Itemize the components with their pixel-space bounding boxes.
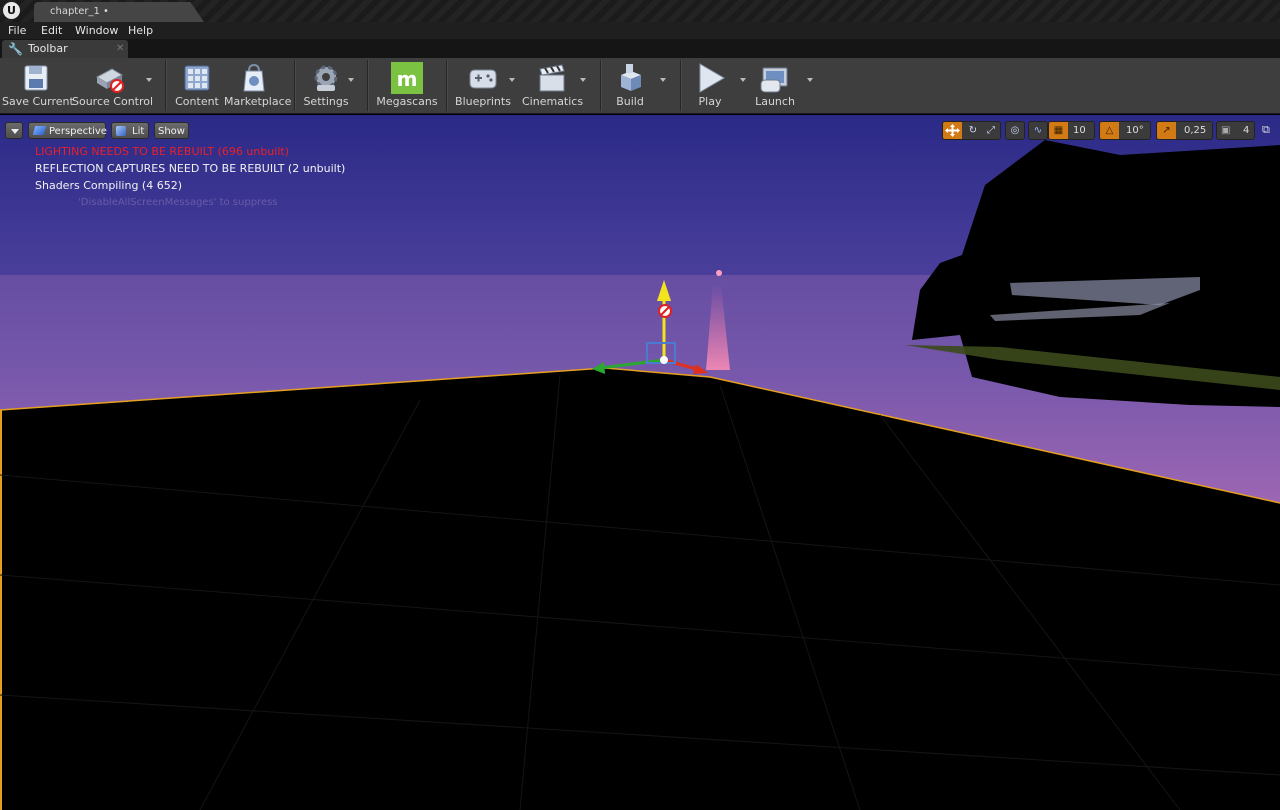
blueprints-button[interactable]: Blueprints: [454, 58, 512, 113]
transform-mode-group: ↻ ⤢: [942, 121, 1001, 140]
play-button[interactable]: Play: [688, 58, 732, 113]
play-label: Play: [698, 95, 722, 108]
scale-mode-icon[interactable]: ⤢: [983, 122, 999, 139]
blueprints-gamepad-icon: [469, 69, 497, 89]
viewport-options-chevron-icon: [11, 129, 19, 134]
settings-gear-icon: [314, 65, 338, 91]
toolbar-separator: [294, 60, 296, 111]
toolbar-tab-row: 🔧 Toolbar ✕: [0, 39, 1280, 58]
toolbar-separator: [680, 60, 682, 111]
content-button[interactable]: Content: [172, 58, 222, 113]
save-icon: [24, 65, 48, 91]
megascans-label: Megascans: [376, 95, 438, 108]
grid-snap-group: ▦ 10: [1048, 121, 1095, 140]
cinematics-button[interactable]: Cinematics: [522, 58, 584, 113]
maximize-viewport-icon[interactable]: ⧉: [1262, 124, 1274, 136]
perspective-label: Perspective: [49, 126, 107, 137]
camera-speed-icon: ▣: [1221, 125, 1231, 136]
scale-snap-group: ↗ 0,25: [1156, 121, 1213, 140]
toolbar-separator: [600, 60, 602, 111]
view-mode-lit-button[interactable]: Lit: [111, 122, 149, 139]
show-label: Show: [158, 126, 185, 137]
grid-snap-value[interactable]: 10: [1073, 122, 1086, 139]
rotation-snap-group: △ 10°: [1099, 121, 1151, 140]
build-button[interactable]: Build: [608, 58, 652, 113]
megascans-icon: m: [391, 62, 423, 94]
menu-edit[interactable]: Edit: [41, 24, 62, 37]
blueprints-dropdown-icon[interactable]: [509, 78, 515, 82]
rotation-snap-icon[interactable]: △: [1100, 122, 1119, 139]
source-control-button[interactable]: Source Control: [72, 58, 154, 113]
level-tab[interactable]: chapter_1 •: [34, 2, 204, 22]
launch-dropdown-icon[interactable]: [807, 78, 813, 82]
build-label: Build: [616, 95, 644, 108]
scale-snap-icon[interactable]: ↗: [1157, 122, 1176, 139]
launch-icon: [760, 67, 788, 93]
megascans-button[interactable]: m Megascans: [376, 58, 438, 113]
save-current-label: Save Current: [2, 95, 74, 108]
marketplace-icon: [243, 63, 265, 92]
menu-window[interactable]: Window: [75, 24, 118, 37]
suppress-hint-message: 'DisableAllScreenMessages' to suppress: [78, 197, 278, 208]
reflection-rebuild-message: REFLECTION CAPTURES NEED TO BE REBUILT (…: [35, 162, 346, 175]
svg-text:m: m: [397, 67, 418, 91]
camera-speed-value: 4: [1243, 125, 1250, 136]
toolbar-separator: [446, 60, 448, 111]
scale-snap-value[interactable]: 0,25: [1184, 122, 1206, 139]
camera-speed-group[interactable]: ▣ 4: [1216, 121, 1255, 140]
menu-file[interactable]: File: [8, 24, 26, 37]
unreal-logo-icon[interactable]: U: [3, 2, 20, 19]
save-current-button[interactable]: Save Current: [2, 58, 74, 113]
wrench-icon: 🔧: [8, 42, 23, 56]
viewport-scene[interactable]: [0, 115, 1280, 810]
rotate-mode-icon[interactable]: ↻: [965, 122, 981, 139]
cinematics-dropdown-icon[interactable]: [580, 78, 586, 82]
play-dropdown-icon[interactable]: [740, 78, 746, 82]
launch-button[interactable]: Launch: [752, 58, 798, 113]
main-toolbar: Save Current Source Control Content Mark…: [0, 58, 1280, 114]
world-local-toggle-icon[interactable]: ◎: [1005, 121, 1025, 140]
source-control-label: Source Control: [72, 95, 154, 108]
blueprints-label: Blueprints: [455, 95, 511, 108]
build-icon: [621, 64, 641, 91]
play-icon: [699, 63, 725, 93]
toolbar-panel-tab[interactable]: 🔧 Toolbar ✕: [2, 40, 128, 58]
source-control-dropdown-icon[interactable]: [146, 78, 152, 82]
toolbar-panel-tab-label: Toolbar: [28, 42, 68, 55]
perspective-button[interactable]: Perspective: [28, 122, 107, 139]
show-flags-button[interactable]: Show: [154, 122, 189, 139]
marketplace-button[interactable]: Marketplace: [224, 58, 292, 113]
build-dropdown-icon[interactable]: [660, 78, 666, 82]
cinematics-label: Cinematics: [522, 95, 584, 108]
settings-button[interactable]: Settings: [302, 58, 350, 113]
content-label: Content: [175, 95, 219, 108]
menu-bar: File Edit Window Help: [0, 22, 1280, 39]
level-viewport[interactable]: Perspective Lit Show LIGHTING NEEDS TO B…: [0, 115, 1280, 810]
title-bar: U chapter_1 •: [0, 0, 1280, 22]
surface-snapping-icon[interactable]: ∿: [1028, 121, 1048, 140]
viewport-options-button[interactable]: [5, 122, 23, 139]
marketplace-label: Marketplace: [224, 95, 292, 108]
lit-label: Lit: [132, 126, 145, 137]
close-tab-icon[interactable]: ✕: [116, 40, 124, 58]
settings-dropdown-icon[interactable]: [348, 78, 354, 82]
level-tab-label: chapter_1 •: [50, 6, 109, 17]
toolbar-separator: [165, 60, 167, 111]
source-control-icon: [95, 68, 124, 93]
perspective-cube-icon: [32, 126, 47, 135]
translate-mode-icon[interactable]: [943, 122, 962, 139]
toolbar-separator: [367, 60, 369, 111]
rotation-snap-value[interactable]: 10°: [1126, 122, 1144, 139]
menu-help[interactable]: Help: [128, 24, 153, 37]
lighting-rebuild-message: LIGHTING NEEDS TO BE REBUILT (696 unbuil…: [35, 145, 289, 158]
grid-snap-icon[interactable]: ▦: [1049, 122, 1068, 139]
content-browser-icon: [184, 65, 210, 91]
lit-sphere-icon: [116, 126, 126, 136]
cinematics-clapper-icon: [539, 64, 565, 92]
settings-label: Settings: [303, 95, 349, 108]
launch-label: Launch: [755, 95, 795, 108]
shaders-compiling-message: Shaders Compiling (4 652): [35, 179, 182, 192]
